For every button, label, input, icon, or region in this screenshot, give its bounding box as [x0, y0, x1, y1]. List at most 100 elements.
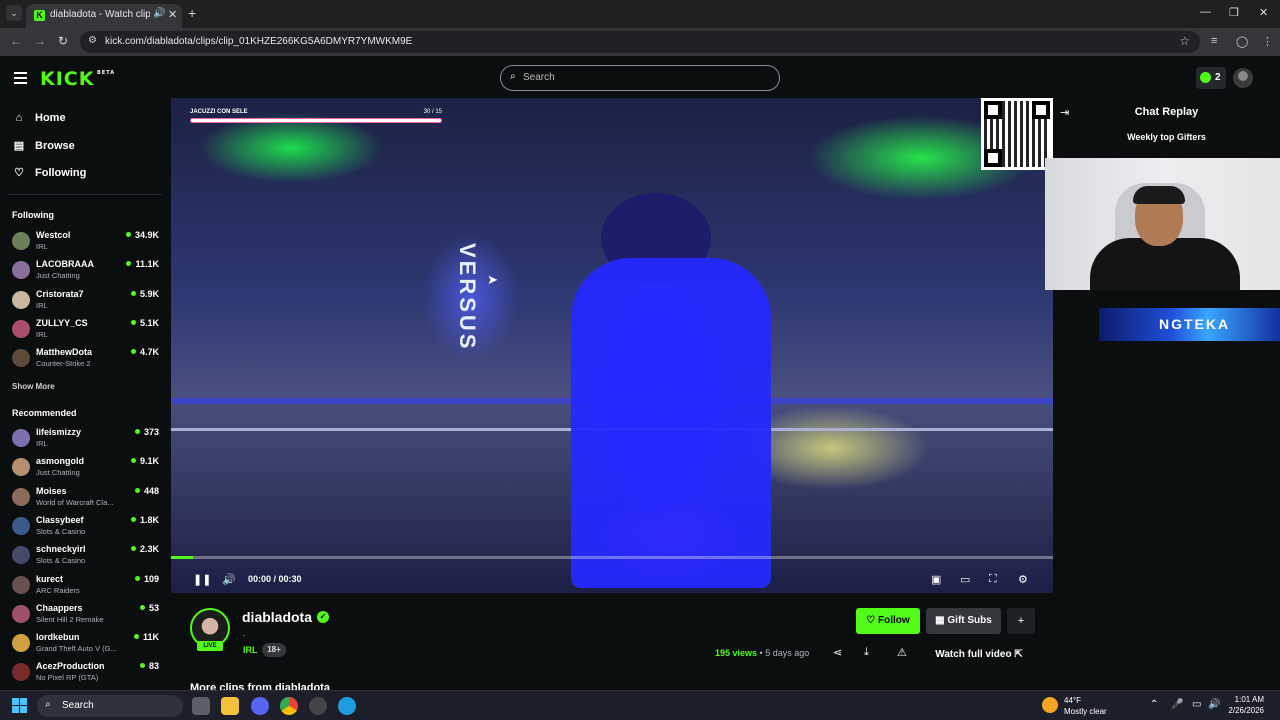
kick-points-button[interactable]: 2 [1196, 67, 1226, 89]
search-input[interactable]: ⌕ Search [500, 65, 780, 91]
fullscreen-icon[interactable]: ⛶ [989, 573, 997, 586]
download-icon[interactable]: ⤓ [864, 646, 869, 659]
channel-list-item[interactable]: kurect ARC Raiders 109 [10, 572, 162, 600]
gift-subs-button[interactable]: ▦ Gift Subs [926, 608, 1001, 634]
new-tab-button[interactable]: + [188, 5, 196, 21]
channel-avatar [12, 261, 30, 280]
volume-tray-icon[interactable]: 🔊 [1208, 699, 1220, 710]
back-icon[interactable]: ← [10, 34, 22, 48]
media-controls-icon[interactable]: ≡ [1211, 35, 1217, 47]
channel-category: IRL [36, 329, 48, 339]
tab-search-icon[interactable]: ⌄ [6, 5, 22, 21]
site-header: KICK BETA ⌕ Search 2 [0, 56, 1280, 98]
sponsor-banner: NGTEKA [1099, 308, 1280, 341]
channel-list-item[interactable]: Classybeef Slots & Casino 1.8K [10, 513, 162, 541]
channel-list-item[interactable]: Westcol IRL 34.9K [10, 228, 162, 256]
qr-code [981, 98, 1053, 170]
channel-list-item[interactable]: lordkebun Grand Theft Auto V (G... 11K [10, 630, 162, 658]
channel-list-item[interactable]: ZULLYY_CS IRL 5.1K [10, 316, 162, 344]
sidebar-item-label: Browse [35, 140, 75, 152]
network-icon[interactable]: ▭ [1192, 699, 1201, 710]
viewer-count: 83 [140, 661, 159, 671]
volume-icon[interactable]: 🔊 [222, 573, 236, 586]
channel-name: LACOBRAAA [36, 259, 94, 270]
channel-list-item[interactable]: MatthewDota Counter-Strike 2 4.7K [10, 345, 162, 373]
viewer-count: 1.8K [131, 515, 159, 525]
channel-list-item[interactable]: Chaappers Silent Hill 2 Remake 53 [10, 601, 162, 629]
report-icon[interactable]: ⚠ [897, 646, 907, 659]
channel-name: ZULLYY_CS [36, 317, 88, 328]
search-placeholder: Search [523, 72, 555, 83]
viewer-count: 5.1K [131, 318, 159, 328]
video-player[interactable]: VERSUS JACUZZI CON SELE 30 / 15 ➤ ❚❚ 🔊 0… [171, 98, 1053, 593]
site-info-icon[interactable]: ⚙ [88, 35, 97, 46]
sidebar-item-home[interactable]: ⌂ Home [12, 112, 66, 132]
sidebar-item-browse[interactable]: ▤ Browse [12, 139, 75, 159]
kick-logo[interactable]: KICK BETA [40, 68, 114, 90]
close-window-icon[interactable]: ✕ [1259, 6, 1268, 19]
edge-icon[interactable] [338, 697, 356, 715]
task-view-icon[interactable] [192, 697, 210, 715]
obs-icon[interactable] [309, 697, 327, 715]
browser-tab[interactable]: K diabladota - Watch clips on 🔊 ✕ [26, 4, 182, 28]
pip-icon[interactable]: ▣ [931, 573, 941, 586]
user-avatar[interactable] [1233, 68, 1253, 88]
discord-icon[interactable] [251, 697, 269, 715]
settings-icon[interactable]: ⚙ [1018, 573, 1028, 586]
clock-date: 2/26/2026 [1228, 706, 1264, 715]
theater-mode-icon[interactable]: ▭ [960, 573, 970, 586]
forward-icon[interactable]: → [34, 34, 46, 48]
menu-dots-icon[interactable]: ⋮ [1262, 35, 1273, 48]
microphone-icon[interactable]: 🎤 [1171, 699, 1183, 710]
more-clips-heading: More clips from diabladota [190, 682, 330, 690]
channel-name: schneckyirl [36, 544, 86, 555]
points-count: 2 [1215, 72, 1221, 83]
channel-avatar [12, 487, 30, 506]
follow-label: Follow [878, 615, 910, 626]
channel-name: Chaappers [36, 602, 83, 613]
watch-full-video-button[interactable]: Watch full video ⇱ [923, 644, 1035, 666]
hamburger-menu-icon[interactable] [14, 72, 27, 84]
view-count: 195 views [715, 648, 758, 658]
viewer-count: 11.1K [126, 259, 159, 269]
gift-label: Gift Subs [947, 615, 992, 626]
channel-list-item[interactable]: AcezProduction No Pixel RP (GTA) 83 [10, 659, 162, 687]
windows-start-icon[interactable] [12, 698, 28, 714]
more-options-button[interactable]: + [1007, 608, 1035, 634]
channel-avatar [12, 232, 30, 250]
bookmark-star-icon[interactable]: ☆ [1179, 34, 1190, 48]
show-hidden-icons-icon[interactable]: ⌃ [1150, 699, 1158, 710]
channel-list-item[interactable]: asmongold Just Chatting 9.1K [10, 454, 162, 482]
channel-list-item[interactable]: schneckyirl Slots & Casino 2.3K [10, 542, 162, 570]
reload-icon[interactable]: ↻ [58, 34, 68, 48]
url-text[interactable]: kick.com/diabladota/clips/clip_01KHZE266… [105, 36, 412, 47]
show-more-button[interactable]: Show More [12, 382, 55, 391]
pause-icon[interactable]: ❚❚ [193, 573, 211, 586]
taskbar-search[interactable]: ⌕ Search [37, 695, 183, 717]
follow-button[interactable]: ♡ Follow [856, 608, 920, 634]
profile-icon[interactable]: ◯ [1236, 35, 1248, 48]
channel-list-item[interactable]: LACOBRAAA Just Chatting 11.1K [10, 257, 162, 285]
kick-points-icon [1200, 72, 1211, 83]
sidebar-item-following[interactable]: ♡ Following [12, 166, 86, 186]
close-tab-icon[interactable]: ✕ [168, 8, 177, 21]
restore-icon[interactable]: ❐ [1229, 6, 1239, 19]
category-tag[interactable]: IRL [243, 645, 258, 655]
file-explorer-icon[interactable] [221, 697, 239, 715]
channel-avatar [12, 546, 30, 565]
share-icon[interactable]: ⋖ [833, 646, 842, 659]
minimize-icon[interactable]: — [1200, 6, 1211, 18]
channel-list-item[interactable]: Moises World of Warcraft Cla... 448 [10, 484, 162, 512]
time-display: 00:00 / 00:30 [248, 574, 302, 584]
channel-name[interactable]: diabladota [242, 609, 312, 625]
system-clock[interactable]: 1:01 AM 2/26/2026 [1224, 694, 1264, 716]
viewer-count: 448 [135, 486, 159, 496]
channel-list-item[interactable]: Cristorata7 IRL 5.9K [10, 287, 162, 315]
weather-widget[interactable]: 44°F Mostly clear [1042, 694, 1122, 718]
speaker-icon[interactable]: 🔊 [153, 8, 165, 19]
omnibox[interactable]: ⚙ kick.com/diabladota/clips/clip_01KHZE2… [80, 31, 1200, 53]
seek-bar[interactable] [171, 556, 1053, 559]
channel-name: Classybeef [36, 514, 84, 525]
chrome-icon[interactable] [280, 697, 298, 715]
channel-list-item[interactable]: lifeismizzy IRL 373 [10, 425, 162, 453]
